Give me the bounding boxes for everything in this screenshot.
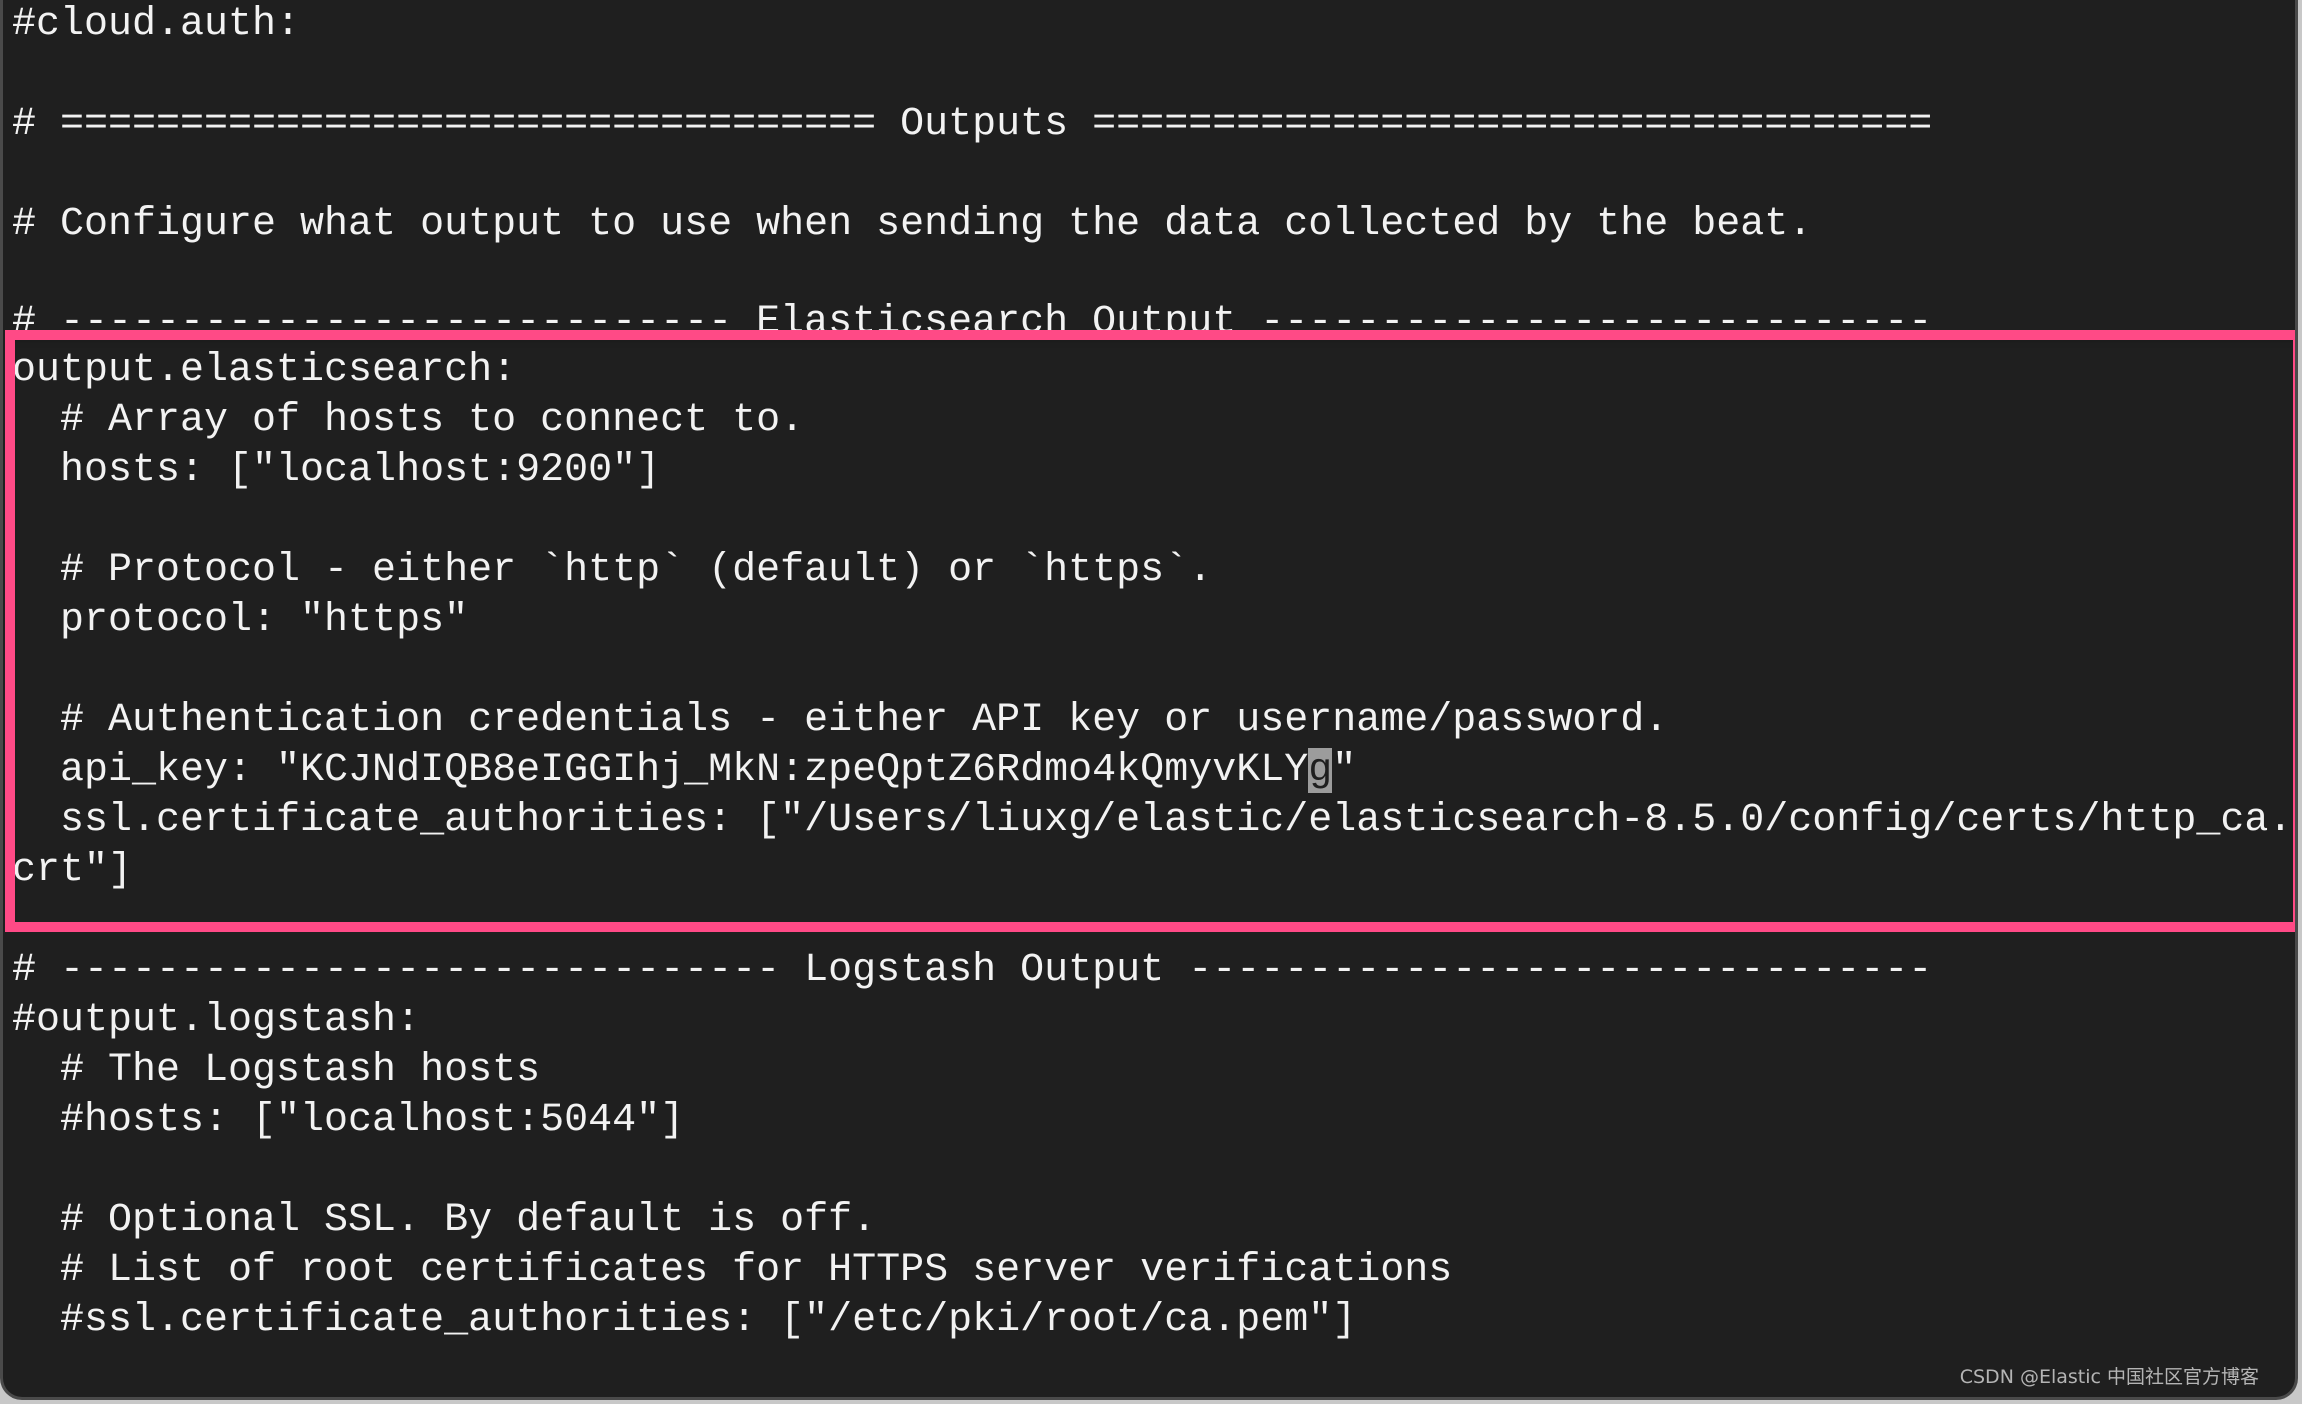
api-key-closing-quote: " (1332, 748, 1357, 793)
root-certificates-comment[interactable]: # List of root certificates for HTTPS se… (12, 1246, 1452, 1296)
ssl-certificate-authorities-setting[interactable]: ssl.certificate_authorities: ["/Users/li… (12, 796, 2292, 846)
config-line-cloud-auth[interactable]: #cloud.auth: (12, 0, 300, 50)
protocol-comment[interactable]: # Protocol - either `http` (default) or … (12, 546, 1212, 596)
output-logstash-key[interactable]: #output.logstash: (12, 996, 420, 1046)
hosts-setting[interactable]: hosts: ["localhost:9200"] (12, 446, 660, 496)
api-key-text[interactable]: api_key: "KCJNdIQB8eIGGIhj_MkN:zpeQptZ6R… (12, 748, 1308, 793)
hosts-comment[interactable]: # Array of hosts to connect to. (12, 396, 804, 446)
logstash-hosts-setting[interactable]: #hosts: ["localhost:5044"] (12, 1096, 684, 1146)
api-key-setting[interactable]: api_key: "KCJNdIQB8eIGGIhj_MkN:zpeQptZ6R… (12, 746, 1356, 796)
text-cursor: g (1308, 748, 1333, 793)
output-elasticsearch-key[interactable]: output.elasticsearch: (12, 346, 516, 396)
watermark: CSDN @Elastic 中国社区官方博客 (1959, 1366, 2259, 1388)
logstash-ssl-setting[interactable]: #ssl.certificate_authorities: ["/etc/pki… (12, 1296, 1356, 1346)
ssl-certificate-authorities-wrap[interactable]: crt"] (12, 846, 132, 896)
configure-output-comment[interactable]: # Configure what output to use when send… (12, 200, 1812, 250)
logstash-output-header[interactable]: # ------------------------------ Logstas… (12, 946, 1932, 996)
outputs-section-header[interactable]: # ================================== Out… (12, 100, 1932, 150)
optional-ssl-comment[interactable]: # Optional SSL. By default is off. (12, 1196, 876, 1246)
logstash-hosts-comment[interactable]: # The Logstash hosts (12, 1046, 540, 1096)
auth-comment[interactable]: # Authentication credentials - either AP… (12, 696, 1668, 746)
protocol-setting[interactable]: protocol: "https" (12, 596, 468, 646)
terminal-window[interactable]: #cloud.auth: # =========================… (0, 0, 2298, 1400)
